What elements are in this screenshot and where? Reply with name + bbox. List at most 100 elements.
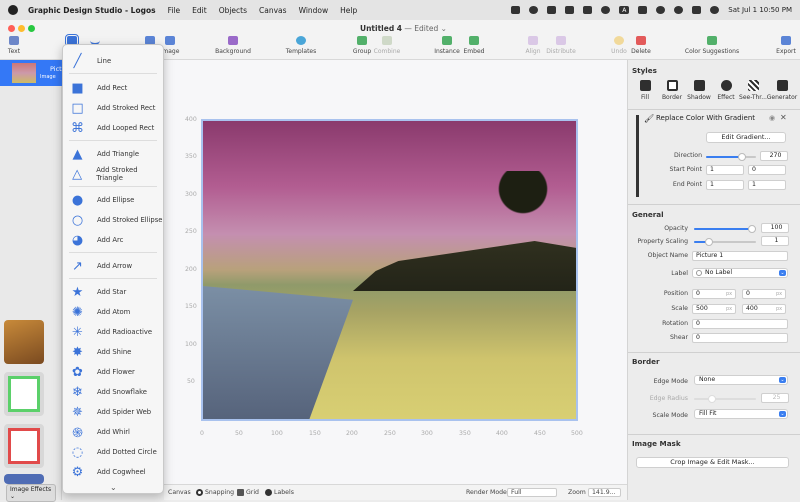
menu-item-add-ellipse[interactable]: ● Add Ellipse: [63, 190, 163, 210]
effect-thumbnail[interactable]: [4, 372, 44, 416]
menu-item-add-atom[interactable]: ✺ Add Atom: [63, 302, 163, 322]
control-center-icon[interactable]: [692, 6, 702, 14]
style-tab-effect[interactable]: Effect: [712, 80, 740, 101]
menu-item-add-stroked-ellipse[interactable]: ○ Add Stroked Ellipse: [63, 210, 163, 230]
style-tab-shadow[interactable]: Shadow: [685, 80, 713, 101]
picture-icon[interactable]: [583, 6, 593, 14]
background-tool[interactable]: Background: [208, 36, 258, 55]
direction-slider[interactable]: [706, 153, 756, 161]
effect-thumbnail[interactable]: [4, 320, 44, 364]
eye-icon[interactable]: ◉: [769, 114, 775, 122]
play-icon[interactable]: [601, 6, 611, 14]
property-scaling-field[interactable]: 1: [761, 236, 789, 246]
menu-item-add-rect[interactable]: ■ Add Rect: [63, 78, 163, 98]
edge-radius-slider-knob[interactable]: [708, 395, 716, 403]
menu-item-add-star[interactable]: ★ Add Star: [63, 282, 163, 302]
embed-tool[interactable]: Embed: [449, 36, 499, 55]
app-name-menu[interactable]: Graphic Design Studio - Logos: [28, 6, 156, 15]
layer-row-picture[interactable]: Pictu Image: [0, 60, 66, 86]
search-icon[interactable]: [674, 6, 684, 14]
property-scaling-slider-knob[interactable]: [705, 238, 713, 246]
grid-toggle[interactable]: Grid: [237, 489, 259, 496]
style-tab-see-through[interactable]: See-Thr...: [739, 80, 767, 101]
render-mode-select[interactable]: Full: [507, 488, 557, 497]
siri-icon[interactable]: [710, 6, 720, 14]
direction-field[interactable]: 270: [760, 151, 788, 161]
menu-file[interactable]: File: [168, 6, 181, 15]
battery-icon[interactable]: [638, 6, 648, 14]
direction-slider-knob[interactable]: [738, 153, 746, 161]
color-suggestions-button[interactable]: Color Suggestions: [677, 36, 747, 55]
menu-item-add-stroked-triangle[interactable]: △ Add Stroked Triangle: [63, 164, 163, 184]
bolt-icon[interactable]: [547, 6, 557, 14]
input-source-icon[interactable]: A: [619, 6, 630, 14]
menu-objects[interactable]: Objects: [219, 6, 247, 15]
style-tab-border[interactable]: Border: [658, 80, 686, 101]
opacity-field[interactable]: 100: [761, 223, 789, 233]
menu-item-add-looped-rect[interactable]: ⌘ Add Looped Rect: [63, 118, 163, 138]
style-tab-generator[interactable]: Generator: [766, 80, 798, 101]
menu-window[interactable]: Window: [299, 6, 329, 15]
menu-item-add-radioactive[interactable]: ✳ Add Radioactive: [63, 322, 163, 342]
effect-thumbnail[interactable]: [4, 474, 44, 484]
scale-mode-popup[interactable]: Fill Fit ⌄: [694, 409, 788, 419]
style-tab-fill[interactable]: Fill: [631, 80, 659, 101]
menu-help[interactable]: Help: [340, 6, 357, 15]
object-name-field[interactable]: Picture 1: [692, 251, 788, 261]
edge-radius-field[interactable]: 25: [761, 393, 789, 403]
canvas-toggle[interactable]: Canvas: [168, 489, 191, 496]
templates-tool[interactable]: Templates: [276, 36, 326, 55]
menu-item-add-spider-web[interactable]: ✵ Add Spider Web: [63, 402, 163, 422]
combine-tool[interactable]: Combine: [362, 36, 412, 55]
menu-item-add-triangle[interactable]: ▲ Add Triangle: [63, 144, 163, 164]
start-point-x-field[interactable]: 1: [706, 165, 744, 175]
menu-canvas[interactable]: Canvas: [259, 6, 287, 15]
menu-item-add-arrow[interactable]: ↗ Add Arrow: [63, 256, 163, 276]
clock[interactable]: Sat Jul 1 10:50 PM: [728, 6, 792, 14]
effect-thumbnail[interactable]: [4, 424, 44, 468]
edge-radius-slider[interactable]: [694, 395, 756, 403]
scroll-down-chevron-icon[interactable]: ⌄: [110, 483, 117, 492]
menu-item-line[interactable]: ╱ Line: [63, 51, 163, 71]
menu-item-add-stroked-rect[interactable]: □ Add Stroked Rect: [63, 98, 163, 118]
wifi-icon[interactable]: [656, 6, 666, 14]
end-point-x-field[interactable]: 1: [706, 180, 744, 190]
delete-button[interactable]: Delete: [616, 36, 666, 55]
menu-item-add-whirl[interactable]: ֍ Add Whirl: [63, 422, 163, 442]
snapping-toggle[interactable]: Snapping: [196, 489, 234, 496]
property-scaling-slider[interactable]: [694, 238, 756, 246]
opacity-slider[interactable]: [694, 225, 756, 233]
remove-effect-icon[interactable]: ✕: [780, 113, 787, 122]
rotation-field[interactable]: 0: [692, 319, 788, 329]
canvas-area[interactable]: 400 350 300 250 200 150 100 50 0 50 100 …: [164, 60, 627, 484]
menu-edit[interactable]: Edit: [192, 6, 207, 15]
zoom-window-button[interactable]: [28, 25, 35, 32]
minimize-window-button[interactable]: [18, 25, 25, 32]
text-tool[interactable]: Text: [0, 36, 39, 55]
edit-gradient-button[interactable]: Edit Gradient...: [706, 132, 786, 143]
export-button[interactable]: Export: [761, 36, 800, 55]
shear-field[interactable]: 0: [692, 333, 788, 343]
distribute-tool[interactable]: Distribute: [536, 36, 586, 55]
edge-mode-popup[interactable]: None ⌄: [694, 375, 788, 385]
image-effects-popup[interactable]: Image Effects ⌄: [6, 484, 56, 502]
menu-item-add-flower[interactable]: ✿ Add Flower: [63, 362, 163, 382]
lock-icon[interactable]: [529, 6, 539, 14]
zoom-field[interactable]: 141.9...: [588, 488, 621, 497]
start-point-y-field[interactable]: 0: [748, 165, 786, 175]
menu-item-add-dotted-circle[interactable]: ◌ Add Dotted Circle: [63, 442, 163, 462]
close-window-button[interactable]: [8, 25, 15, 32]
labels-toggle[interactable]: Labels: [265, 489, 294, 496]
opacity-slider-knob[interactable]: [748, 225, 756, 233]
tv-icon[interactable]: [565, 6, 575, 14]
menu-item-add-cogwheel[interactable]: ⚙ Add Cogwheel: [63, 462, 163, 482]
menu-item-add-shine[interactable]: ✸ Add Shine: [63, 342, 163, 362]
crop-image-button[interactable]: Crop Image & Edit Mask...: [636, 457, 789, 468]
camera-icon[interactable]: [511, 6, 521, 14]
apple-icon[interactable]: [8, 5, 18, 15]
picture-object[interactable]: [201, 119, 578, 421]
menu-item-add-arc[interactable]: ◕ Add Arc: [63, 230, 163, 250]
label-popup[interactable]: No Label ⌄: [692, 268, 788, 278]
menu-item-add-snowflake[interactable]: ❄ Add Snowflake: [63, 382, 163, 402]
end-point-y-field[interactable]: 1: [748, 180, 786, 190]
